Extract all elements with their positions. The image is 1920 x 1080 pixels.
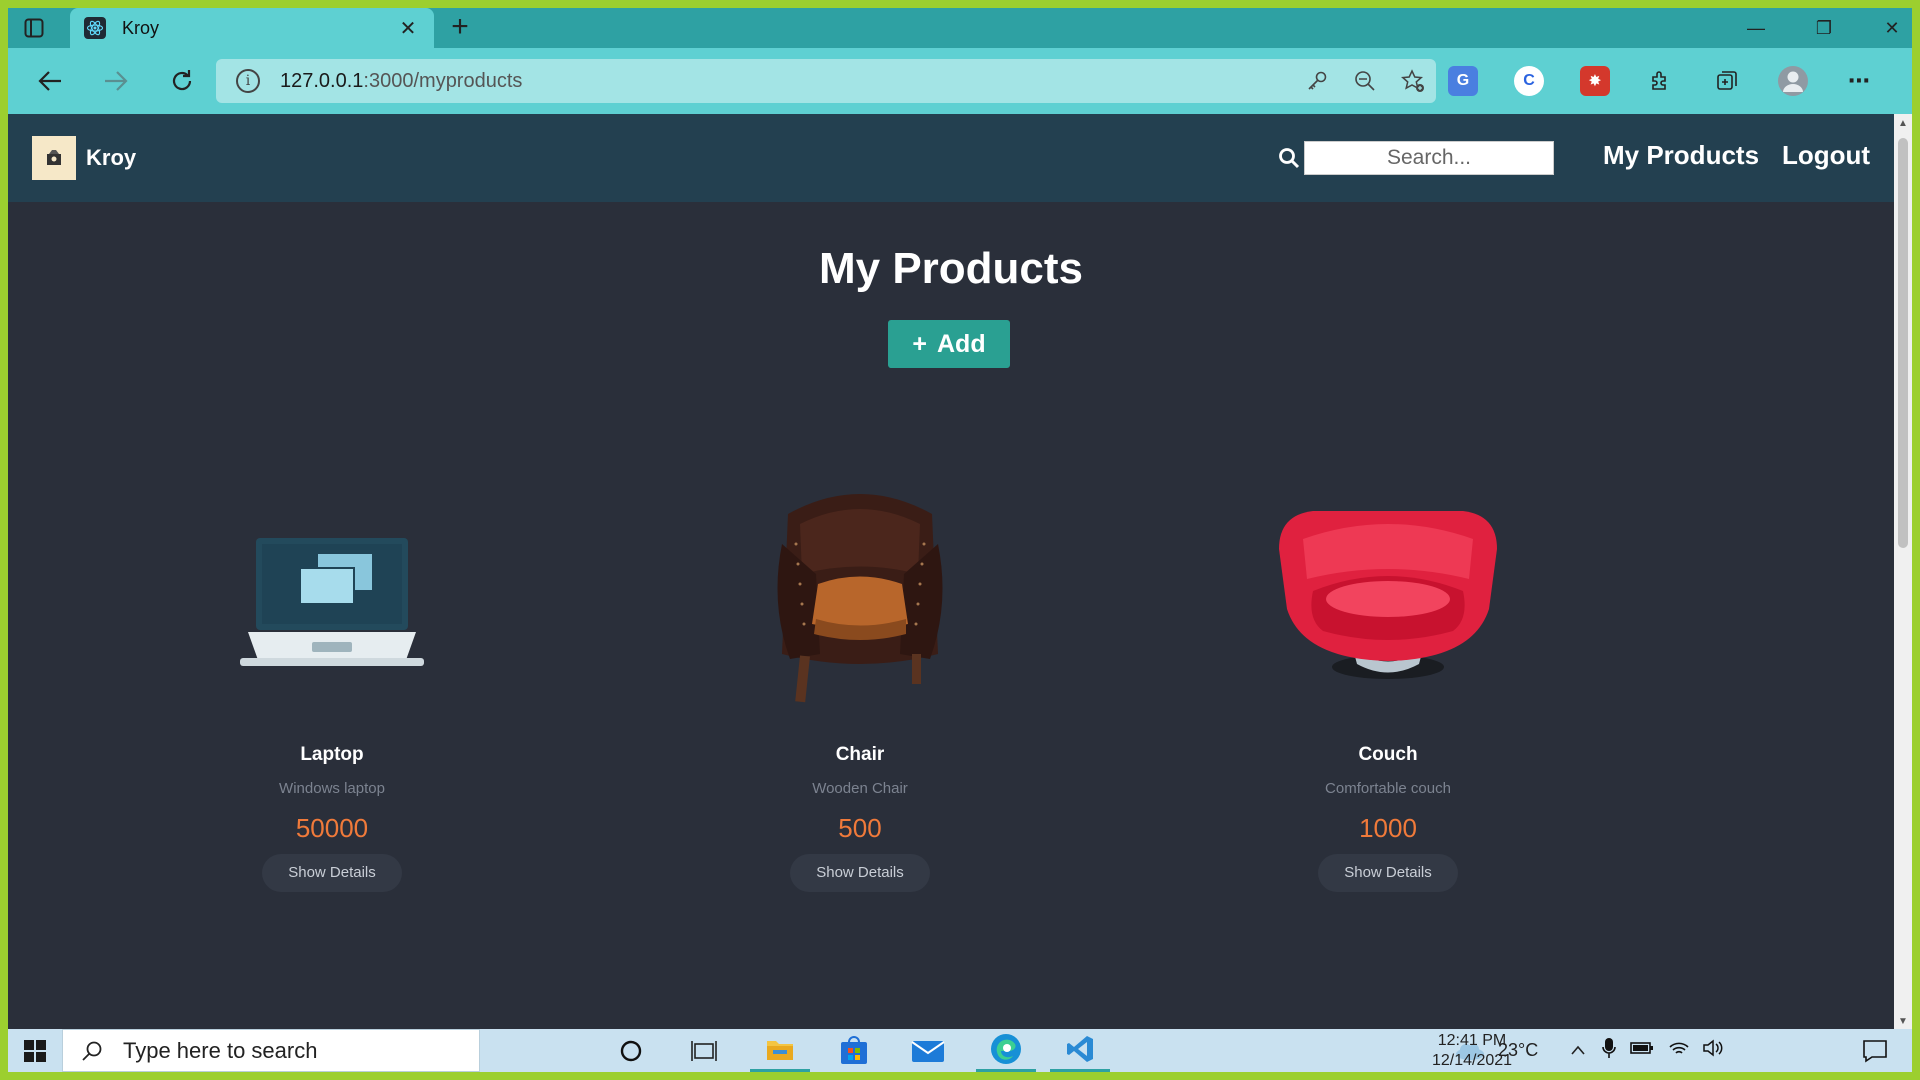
grammar-extension-icon[interactable]: C <box>1514 66 1544 96</box>
microsoft-store-icon[interactable] <box>824 1029 884 1072</box>
microphone-icon[interactable] <box>1602 1037 1616 1064</box>
key-icon[interactable] <box>1304 68 1330 94</box>
product-price: 50000 <box>295 813 369 843</box>
brand-logo-icon <box>32 136 76 180</box>
nav-my-products-link[interactable]: My Products <box>1603 140 1759 171</box>
search-box <box>1278 141 1554 175</box>
product-name: Chair <box>835 744 885 765</box>
clock-date: 12/14/2021 <box>1431 1052 1513 1069</box>
vscode-icon[interactable] <box>1050 1029 1110 1072</box>
react-icon <box>84 17 106 39</box>
page-scrollbar[interactable]: ▲ ▼ <box>1894 114 1912 1029</box>
profile-avatar-icon[interactable] <box>1778 66 1808 96</box>
windows-taskbar: Type here to search 23°C 12:41 PM 12/14/… <box>8 1029 1912 1072</box>
brand-name: Kroy <box>86 145 137 170</box>
scroll-down-icon[interactable]: ▼ <box>1898 1016 1908 1027</box>
product-card: Couch Comfortable couch 1000 Show Detail… <box>1238 474 1538 892</box>
search-icon[interactable] <box>1278 147 1300 169</box>
zoom-out-icon[interactable] <box>1352 68 1378 94</box>
search-icon <box>79 1038 105 1064</box>
product-description: Wooden Chair <box>812 780 908 797</box>
cortana-icon[interactable] <box>601 1029 661 1072</box>
close-window-button[interactable]: ✕ <box>1872 14 1912 42</box>
tray-icons <box>1570 1029 1724 1072</box>
taskbar-search-box[interactable]: Type here to search <box>62 1029 480 1072</box>
add-button-label: Add <box>937 329 986 358</box>
plus-icon: + <box>912 329 927 358</box>
scrollbar-thumb[interactable] <box>1898 138 1908 548</box>
collections-icon[interactable] <box>1712 66 1742 96</box>
tab-close-icon[interactable]: ✕ <box>396 16 420 41</box>
adblock-extension-icon[interactable]: ✸ <box>1580 66 1610 96</box>
show-details-button[interactable]: Show Details <box>790 854 930 892</box>
product-description: Comfortable couch <box>1325 780 1451 797</box>
nav-logout-link[interactable]: Logout <box>1782 140 1870 171</box>
forward-button[interactable] <box>100 65 132 97</box>
taskbar-search-text: Type here to search <box>123 1037 318 1063</box>
show-details-button[interactable]: Show Details <box>1318 854 1458 892</box>
page-viewport: Kroy My Products Logout My Products + Ad… <box>8 114 1894 1029</box>
battery-icon[interactable] <box>1630 1040 1654 1061</box>
refresh-button[interactable] <box>166 65 198 97</box>
browser-toolbar: i 127.0.0.1:3000/myproducts G C ✸ ⋯ <box>8 48 1912 114</box>
product-price: 500 <box>838 813 882 843</box>
scroll-up-icon[interactable]: ▲ <box>1898 118 1908 129</box>
chevron-up-icon[interactable] <box>1570 1040 1586 1061</box>
translate-extension-icon[interactable]: G <box>1448 66 1478 96</box>
windows-start-icon[interactable] <box>8 1029 62 1072</box>
restore-button[interactable]: ❐ <box>1804 14 1844 42</box>
wifi-icon[interactable] <box>1668 1039 1690 1062</box>
new-tab-button[interactable]: + <box>446 12 474 42</box>
more-options-icon[interactable]: ⋯ <box>1844 66 1874 96</box>
address-bar[interactable]: i 127.0.0.1:3000/myproducts <box>216 59 1436 103</box>
tab-actions-icon[interactable] <box>22 16 46 40</box>
app-navbar: Kroy My Products Logout <box>8 114 1894 202</box>
notifications-icon[interactable] <box>1862 1029 1888 1072</box>
minimize-button[interactable]: — <box>1736 14 1776 42</box>
product-description: Windows laptop <box>279 780 385 797</box>
chair-image <box>710 474 1010 724</box>
edge-browser-icon[interactable] <box>976 1029 1036 1072</box>
volume-icon[interactable] <box>1702 1039 1724 1062</box>
show-details-button[interactable]: Show Details <box>262 854 402 892</box>
product-name: Laptop <box>300 744 364 765</box>
taskbar-clock[interactable]: 12:41 PM 12/14/2021 <box>1422 1031 1522 1071</box>
product-price: 1000 <box>1359 813 1417 843</box>
product-name: Couch <box>1358 744 1418 765</box>
task-view-icon[interactable] <box>674 1029 734 1072</box>
favorite-add-icon[interactable] <box>1400 68 1426 94</box>
info-icon[interactable]: i <box>236 69 260 93</box>
tab-bar: Kroy ✕ + — ❐ ✕ <box>8 8 1912 48</box>
laptop-image <box>182 474 482 724</box>
page-title: My Products <box>818 244 1084 293</box>
couch-image <box>1238 474 1538 724</box>
back-button[interactable] <box>34 65 66 97</box>
file-explorer-icon[interactable] <box>750 1029 810 1072</box>
brand[interactable]: Kroy <box>32 136 136 180</box>
product-card: Chair Wooden Chair 500 Show Details <box>710 474 1010 892</box>
product-card: Laptop Windows laptop 50000 Show Details <box>182 474 482 892</box>
add-product-button[interactable]: + Add <box>888 320 1010 368</box>
url-text[interactable]: 127.0.0.1:3000/myproducts <box>280 70 522 93</box>
browser-tab[interactable]: Kroy ✕ <box>70 8 434 48</box>
search-input[interactable] <box>1304 141 1554 175</box>
extensions-icon[interactable] <box>1646 66 1676 96</box>
browser-window: Kroy ✕ + — ❐ ✕ i 127.0.0.1:3000/myproduc… <box>8 8 1912 1072</box>
tab-title: Kroy <box>122 17 160 38</box>
clock-time: 12:41 PM <box>1437 1032 1507 1049</box>
mail-icon[interactable] <box>898 1029 958 1072</box>
